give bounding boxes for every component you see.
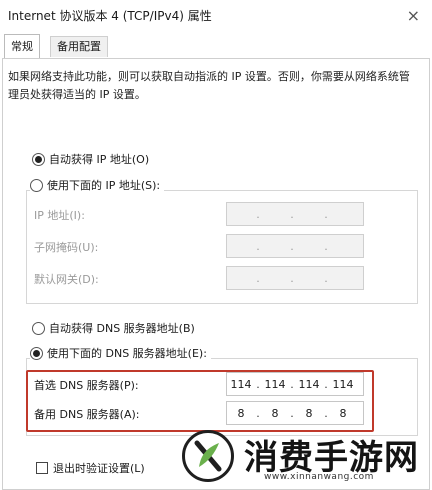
auto-dns-label: 自动获得 DNS 服务器地址(B) [49,322,195,335]
tab-general[interactable]: 常规 [4,34,40,59]
dns-highlight-box [26,370,374,432]
dot-separator: . [290,207,294,221]
dot-separator: . [324,271,328,285]
dot-separator: . [256,239,260,253]
description-text: 如果网络支持此功能，则可以获取自动指派的 IP 设置。否则，你需要从网络系统管理… [8,70,410,101]
default-gateway-label: 默认网关(D): [34,273,99,286]
tab-bar: 常规 备用配置 [0,34,432,59]
validate-checkbox[interactable] [36,462,48,474]
auto-dns-option[interactable]: 自动获得 DNS 服务器地址(B) [32,320,195,336]
manual-ip-label: 使用下面的 IP 地址(S): [47,179,161,192]
dot-separator: . [324,239,328,253]
dot-separator: . [290,239,294,253]
manual-dns-label: 使用下面的 DNS 服务器地址(E): [47,347,207,360]
validate-label: 退出时验证设置(L) [53,462,145,475]
manual-dns-option[interactable]: 使用下面的 DNS 服务器地址(E): [30,345,211,361]
manual-ip-radio[interactable] [30,178,43,192]
ip-address-field[interactable]: . . . [226,202,364,226]
auto-ip-label: 自动获得 IP 地址(O) [49,153,150,166]
watermark-url: www.xinnanwang.com [264,472,374,482]
ip-address-label: IP 地址(I): [34,209,85,222]
dot-separator: . [256,271,260,285]
dot-separator: . [324,207,328,221]
watermark-logo [182,430,234,482]
manual-ip-option[interactable]: 使用下面的 IP 地址(S): [30,177,165,193]
dot-separator: . [290,271,294,285]
auto-ip-option[interactable]: 自动获得 IP 地址(O) [32,151,149,167]
dot-separator: . [256,207,260,221]
auto-ip-radio[interactable] [32,152,45,166]
tab-alternate-config[interactable]: 备用配置 [50,36,108,57]
window-title: Internet 协议版本 4 (TCP/IPv4) 属性 [8,9,212,23]
leaf-x-icon [194,440,222,472]
subnet-mask-label: 子网掩码(U): [34,241,99,254]
default-gateway-field[interactable]: . . . [226,266,364,290]
validate-on-exit-option[interactable]: 退出时验证设置(L) [36,460,145,476]
title-bar: Internet 协议版本 4 (TCP/IPv4) 属性 × [0,0,432,30]
subnet-mask-field[interactable]: . . . [226,234,364,258]
close-icon[interactable]: × [407,6,420,25]
manual-dns-radio[interactable] [30,346,43,360]
auto-dns-radio[interactable] [32,321,45,335]
